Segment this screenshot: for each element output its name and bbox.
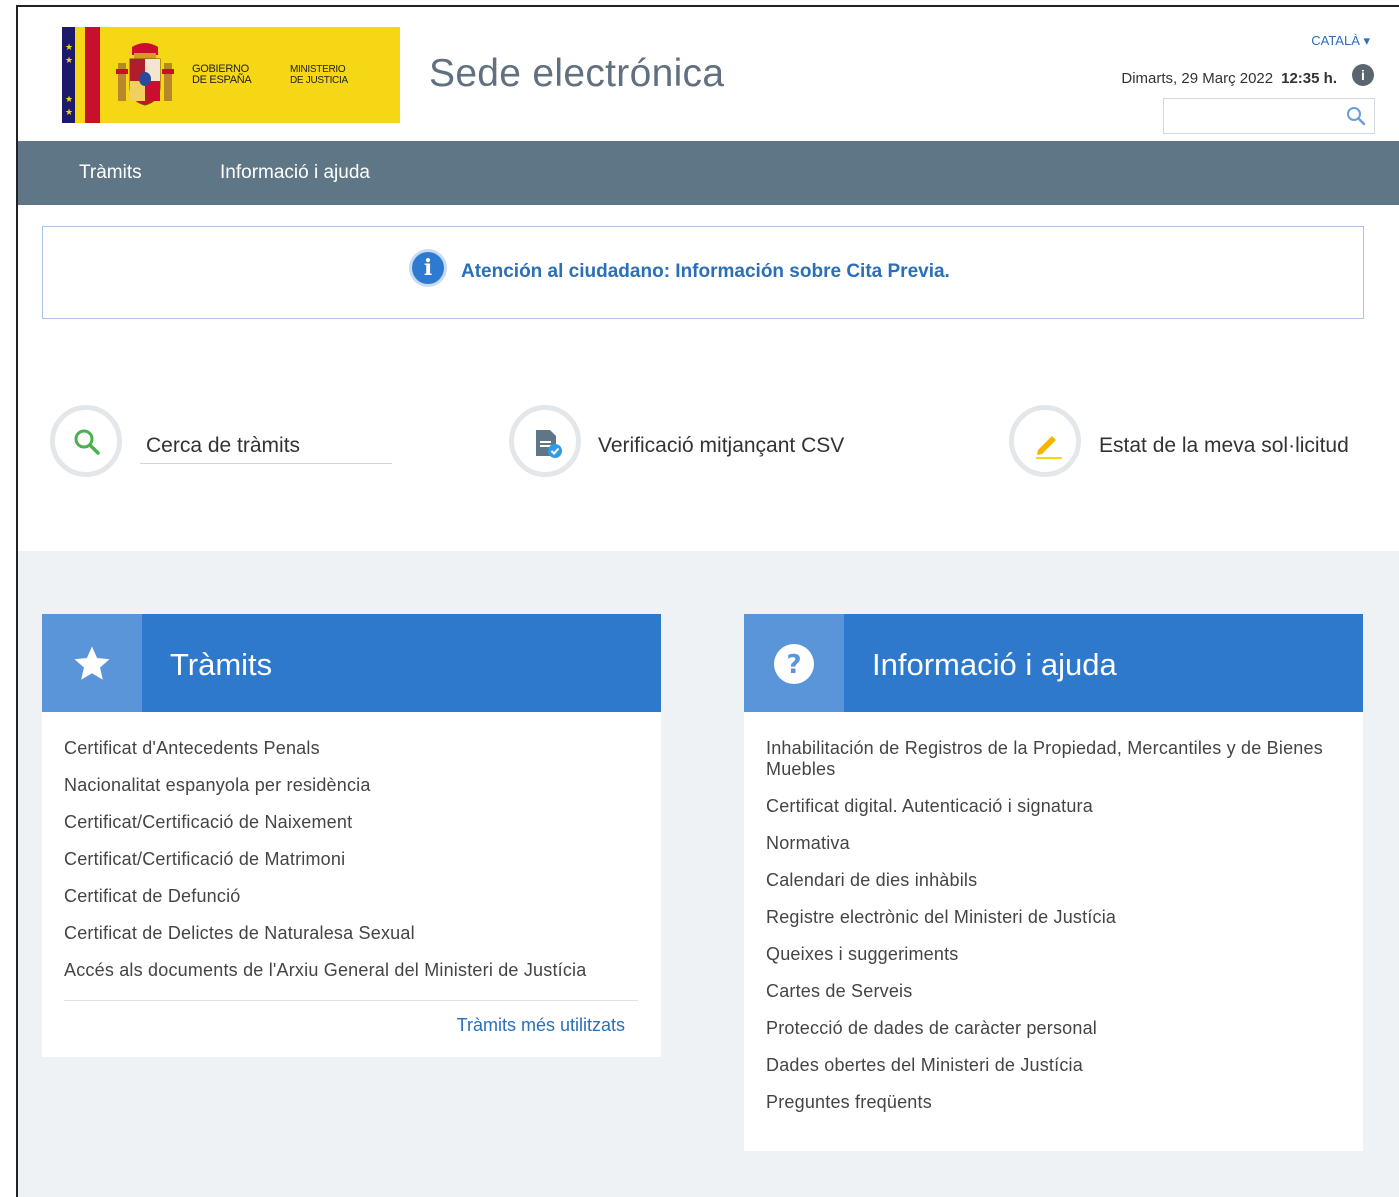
csv-verification-label[interactable]: Verificació mitjançant CSV — [598, 434, 844, 458]
logo-gobierno-text: GOBIERNO DE ESPAÑA — [192, 63, 252, 86]
list-item[interactable]: Certificat d'Antecedents Penals — [64, 738, 586, 759]
list-item[interactable]: Certificat digital. Autenticació i signa… — [766, 796, 1326, 817]
notice-banner[interactable]: i Atención al ciudadano: Información sob… — [42, 226, 1364, 319]
current-date: Dimarts, 29 Març 2022 — [1121, 70, 1274, 87]
list-item[interactable]: Certificat/Certificació de Naixement — [64, 812, 586, 833]
header-search-box — [1163, 98, 1375, 134]
date-time: Dimarts, 29 Març 2022 12:35 h. — [1121, 70, 1337, 87]
list-item[interactable]: Nacionalitat espanyola per residència — [64, 775, 586, 796]
page-frame: ★ ★ ★ ★ GOBIERNO DE ESPAÑA MINISTERIO DE… — [16, 5, 1399, 1197]
list-item[interactable]: Certificat de Delictes de Naturalesa Sex… — [64, 923, 586, 944]
list-item[interactable]: Protecció de dades de caràcter personal — [766, 1018, 1326, 1039]
eu-stars-icon: ★ ★ ★ ★ — [64, 42, 74, 117]
list-item[interactable]: Dades obertes del Ministeri de Justícia — [766, 1055, 1326, 1076]
request-status-label[interactable]: Estat de la meva sol·licitud — [1099, 434, 1349, 458]
most-used-tramits-link[interactable]: Tràmits més utilitzats — [457, 1015, 625, 1036]
divider — [64, 1000, 638, 1001]
list-item[interactable]: Normativa — [766, 833, 1326, 854]
list-item[interactable]: Certificat/Certificació de Matrimoni — [64, 849, 586, 870]
question-icon-box: ? — [744, 614, 844, 712]
tramits-panel: Tràmits Certificat d'Antecedents Penals … — [42, 614, 661, 1057]
info-panel-header[interactable]: ? Informació i ajuda — [744, 614, 1363, 712]
notice-text[interactable]: Atención al ciudadano: Información sobre… — [461, 261, 950, 283]
info-panel-title: Informació i ajuda — [872, 647, 1117, 682]
government-logo[interactable]: ★ ★ ★ ★ GOBIERNO DE ESPAÑA MINISTERIO DE… — [62, 27, 400, 123]
csv-verification-button[interactable] — [509, 405, 581, 477]
search-tramits-label[interactable]: Cerca de tràmits — [146, 434, 300, 458]
list-item[interactable]: Registre electrònic del Ministeri de Jus… — [766, 907, 1326, 928]
current-time: 12:35 h. — [1281, 70, 1337, 87]
document-check-icon — [536, 430, 562, 458]
request-status-button[interactable] — [1009, 405, 1081, 477]
nav-item-tramits[interactable]: Tràmits — [79, 162, 142, 184]
info-panel: ? Informació i ajuda Inhabilitación de R… — [744, 614, 1363, 1151]
spain-flag-stripe — [85, 27, 100, 123]
search-input[interactable] — [1170, 99, 1344, 133]
info-icon[interactable]: i — [1352, 64, 1374, 86]
star-icon-box — [42, 614, 142, 712]
search-icon — [74, 429, 100, 455]
info-list: Inhabilitación de Registros de la Propie… — [766, 738, 1326, 1129]
main-nav: Tràmits Informació i ajuda — [18, 141, 1399, 205]
list-item[interactable]: Inhabilitación de Registros de la Propie… — [766, 738, 1326, 780]
list-item[interactable]: Accés als documents de l'Arxiu General d… — [64, 960, 586, 981]
search-tramits-button[interactable] — [50, 405, 122, 477]
nav-item-informacio[interactable]: Informació i ajuda — [220, 162, 370, 184]
language-selector[interactable]: CATALÀ ▾ — [1311, 33, 1370, 49]
pencil-icon — [1036, 436, 1062, 459]
logo-ministerio-text: MINISTERIO DE JUSTICIA — [290, 64, 348, 86]
coat-of-arms-icon — [116, 43, 174, 106]
info-icon: i — [409, 249, 447, 287]
tramits-list: Certificat d'Antecedents Penals Nacional… — [64, 738, 586, 997]
search-icon[interactable] — [1346, 106, 1366, 126]
list-item[interactable]: Certificat de Defunció — [64, 886, 586, 907]
site-title[interactable]: Sede electrónica — [429, 52, 724, 96]
question-icon: ? — [774, 644, 814, 684]
tramits-panel-header[interactable]: Tràmits — [42, 614, 661, 712]
list-item[interactable]: Preguntes freqüents — [766, 1092, 1326, 1113]
quick-access: Cerca de tràmits Verificació mitjançant … — [18, 397, 1399, 507]
search-underline — [140, 463, 392, 464]
tramits-panel-title: Tràmits — [170, 647, 273, 682]
site-header: ★ ★ ★ ★ GOBIERNO DE ESPAÑA MINISTERIO DE… — [18, 7, 1399, 141]
list-item[interactable]: Queixes i suggeriments — [766, 944, 1326, 965]
list-item[interactable]: Calendari de dies inhàbils — [766, 870, 1326, 891]
svg-text:?: ? — [786, 650, 801, 680]
star-icon — [74, 646, 110, 680]
list-item[interactable]: Cartes de Serveis — [766, 981, 1326, 1002]
content-area: Tràmits Certificat d'Antecedents Penals … — [18, 551, 1399, 1197]
